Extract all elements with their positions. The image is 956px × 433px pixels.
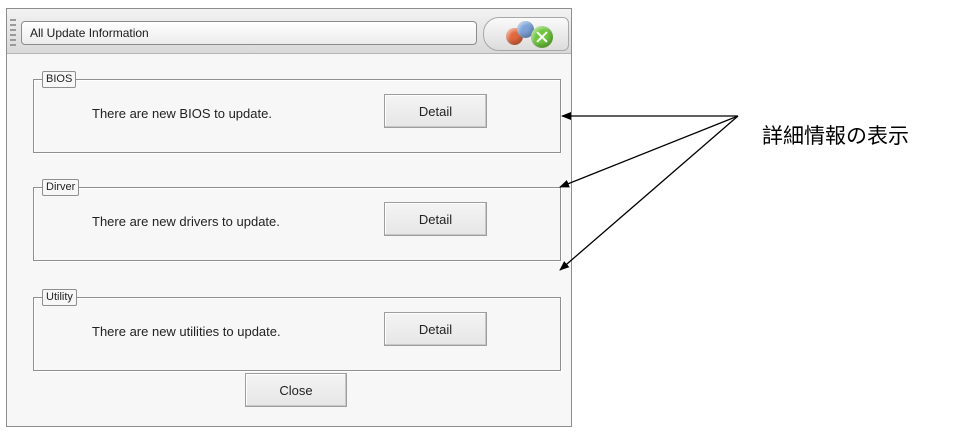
bios-group-label: BIOS [42, 71, 77, 88]
arrow-to-utility-detail [559, 115, 739, 271]
bios-detail-button[interactable]: Detail [384, 94, 487, 128]
window-title: All Update Information [21, 21, 477, 45]
window-grip-handle[interactable] [10, 19, 16, 47]
window-controls [483, 17, 569, 51]
driver-detail-button[interactable]: Detail [384, 202, 487, 236]
driver-update-message: There are new drivers to update. [92, 214, 280, 229]
utility-group: Utility There are new utilities to updat… [33, 289, 561, 371]
close-button[interactable]: Close [245, 373, 347, 407]
bios-group: BIOS There are new BIOS to update. Detai… [33, 71, 561, 153]
driver-group-label: Dirver [42, 179, 80, 196]
detail-info-annotation: 詳細情報の表示 [762, 124, 909, 148]
utility-update-message: There are new utilities to update. [92, 324, 281, 339]
title-bar[interactable]: All Update Information [7, 9, 571, 54]
driver-group: Dirver There are new drivers to update. … [33, 179, 561, 261]
utility-detail-button[interactable]: Detail [384, 312, 487, 346]
utility-group-label: Utility [42, 289, 77, 306]
arrow-to-driver-detail [559, 115, 739, 188]
bios-update-message: There are new BIOS to update. [92, 106, 272, 121]
close-green-icon[interactable] [531, 26, 553, 48]
update-info-window: All Update Information BIOS There are ne… [6, 8, 572, 427]
